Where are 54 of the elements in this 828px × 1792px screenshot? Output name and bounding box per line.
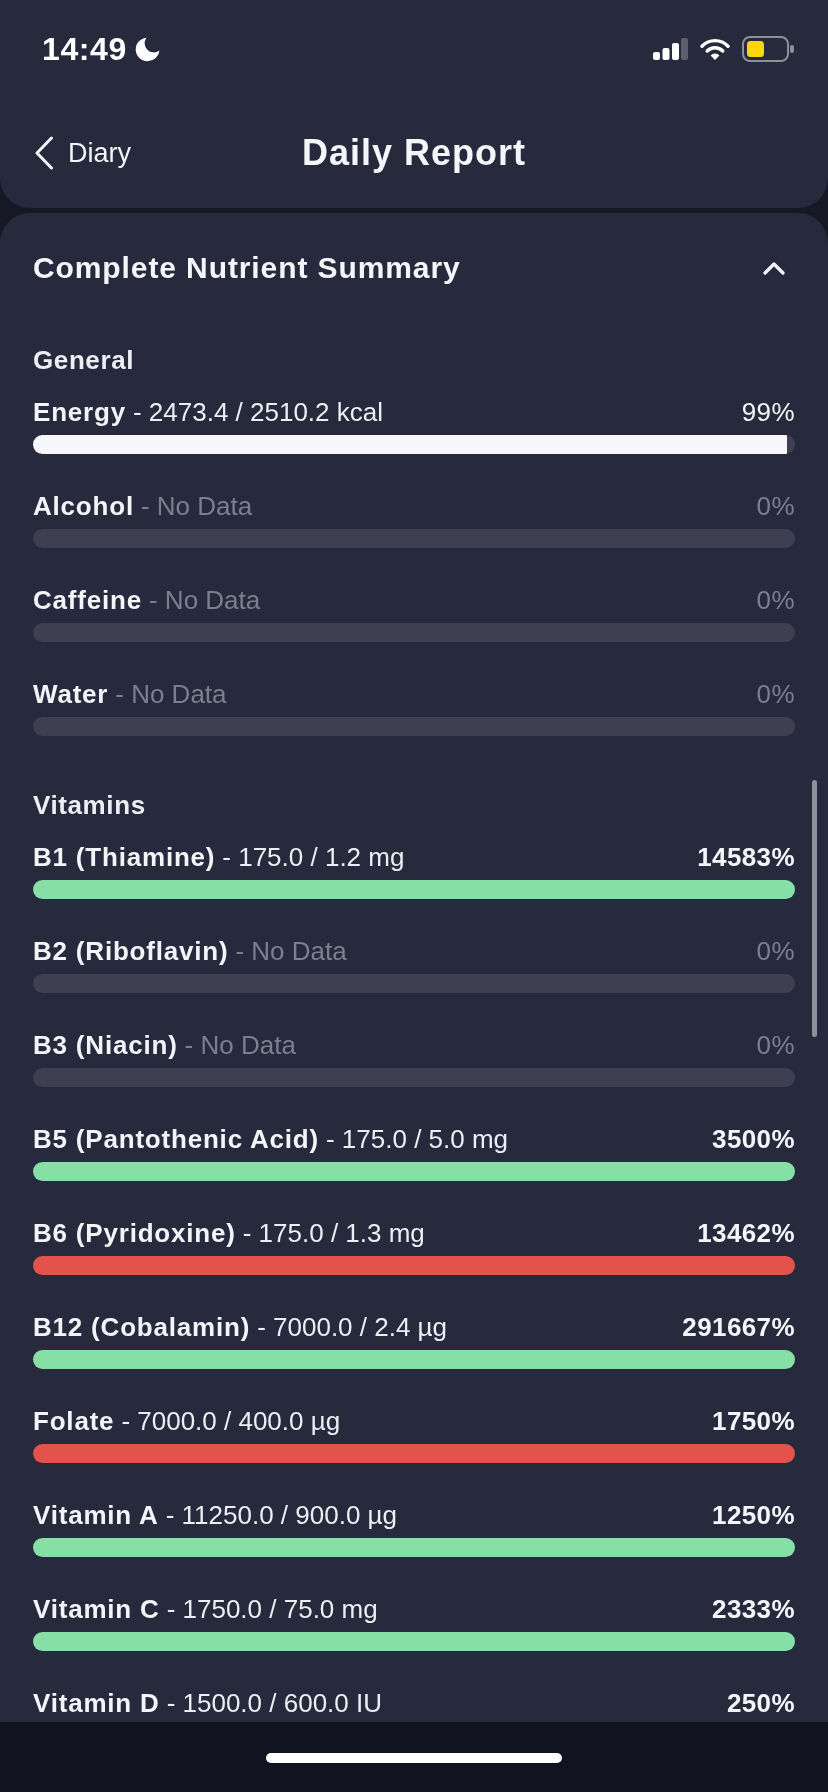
nutrient-percent: 3500% xyxy=(712,1123,795,1156)
nutrient-name: Vitamin C xyxy=(33,1593,160,1626)
nutrient-percent: 2333% xyxy=(712,1593,795,1626)
battery-icon xyxy=(742,36,794,62)
nutrient-percent: 1750% xyxy=(712,1405,795,1438)
nutrient-name: Water xyxy=(33,678,109,711)
nutrient-amount: - No Data xyxy=(235,935,347,968)
nutrient-amount: - 175.0 / 5.0 mg xyxy=(325,1123,509,1156)
section-heading: Vitamins xyxy=(33,789,147,822)
nutrient-amount: - 175.0 / 1.2 mg xyxy=(222,841,405,874)
nutrient-name: B2 (Riboflavin) xyxy=(33,935,229,968)
chevron-up-icon[interactable] xyxy=(763,261,785,275)
nutrient-amount: - No Data xyxy=(184,1029,296,1062)
nutrient-name: Alcohol xyxy=(33,490,134,523)
nutrient-percent: 250% xyxy=(726,1687,795,1720)
page-title: Daily Report xyxy=(301,132,526,174)
wifi-icon xyxy=(700,38,730,60)
chevron-left-icon xyxy=(34,136,54,170)
nutrient-amount: - 7000.0 / 400.0 µg xyxy=(121,1405,341,1438)
moon-icon xyxy=(134,36,160,62)
section-heading: General xyxy=(33,344,136,377)
nutrient-percent: 291667% xyxy=(682,1311,795,1344)
nutrient-amount: - No Data xyxy=(115,678,227,711)
status-time: 14:49 xyxy=(42,30,127,68)
nutrient-name: Folate xyxy=(33,1405,115,1438)
signal-icon xyxy=(653,38,688,60)
nutrient-amount: - 11250.0 / 900.0 µg xyxy=(165,1499,398,1532)
nutrient-percent: 99% xyxy=(741,396,795,429)
nutrient-name: Vitamin A xyxy=(33,1499,159,1532)
nutrient-name: Vitamin D xyxy=(33,1687,160,1720)
nutrient-name: Caffeine xyxy=(33,584,142,617)
nutrient-name: B3 (Niacin) xyxy=(33,1029,178,1062)
nutrient-name: Energy xyxy=(33,396,126,429)
nutrient-percent: 0% xyxy=(756,584,795,617)
nutrient-percent: 14583% xyxy=(697,841,795,874)
nutrient-amount: - No Data xyxy=(140,490,253,523)
nutrient-amount: - 7000.0 / 2.4 µg xyxy=(257,1311,448,1344)
nutrient-percent: 0% xyxy=(756,678,795,711)
nutrient-name: B5 (Pantothenic Acid) xyxy=(33,1123,319,1156)
nutrient-percent: 0% xyxy=(756,1029,795,1062)
nutrient-name: B6 (Pyridoxine) xyxy=(33,1217,236,1250)
summary-title: Complete Nutrient Summary xyxy=(33,251,461,285)
nutrient-amount: - 1500.0 / 600.0 IU xyxy=(166,1687,382,1720)
back-button[interactable]: Diary xyxy=(34,136,131,170)
nutrient-percent: 0% xyxy=(756,490,795,523)
nutrient-amount: - 2473.4 / 2510.2 kcal xyxy=(132,396,383,429)
nutrient-percent: 13462% xyxy=(697,1217,795,1250)
nutrient-amount: - No Data xyxy=(149,584,261,617)
nutrient-amount: - 175.0 / 1.3 mg xyxy=(242,1217,425,1250)
nutrient-amount: - 1750.0 / 75.0 mg xyxy=(166,1593,378,1626)
nutrient-percent: 0% xyxy=(756,935,795,968)
nutrient-name: B1 (Thiamine) xyxy=(33,841,216,874)
nutrient-percent: 1250% xyxy=(712,1499,795,1532)
nutrient-name: B12 (Cobalamin) xyxy=(33,1311,251,1344)
